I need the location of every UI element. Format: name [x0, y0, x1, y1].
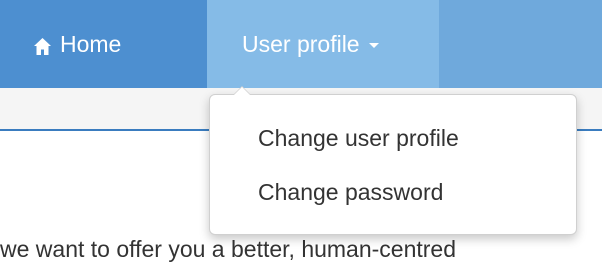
- home-icon: [33, 35, 52, 55]
- caret-down-icon: [368, 42, 379, 48]
- menu-item-change-password[interactable]: Change password: [210, 172, 576, 212]
- page-body-text: we want to offer you a better, human-cen…: [0, 236, 457, 262]
- top-navbar: Home User profile: [0, 0, 602, 88]
- menu-item-label: Change user profile: [258, 124, 459, 151]
- nav-user-profile-label: User profile: [242, 30, 360, 57]
- menu-item-label: Change password: [258, 178, 444, 205]
- user-profile-dropdown-menu: Change user profile Change password: [209, 86, 577, 235]
- nav-user-profile-dropdown-toggle[interactable]: User profile: [207, 0, 439, 88]
- dropdown-pointer: [233, 86, 251, 95]
- nav-home-label: Home: [60, 30, 122, 57]
- nav-home-link[interactable]: Home: [0, 0, 207, 88]
- menu-item-change-user-profile[interactable]: Change user profile: [210, 118, 576, 158]
